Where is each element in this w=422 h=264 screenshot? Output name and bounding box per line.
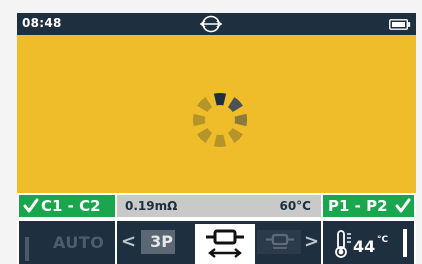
mode-3p-button[interactable]: 3P [141, 230, 175, 254]
clamp-probe-icon [206, 229, 244, 258]
clock: 08:48 [22, 16, 62, 30]
spinner-segment [197, 97, 213, 113]
p1-p2-label: P1 - P2 [328, 197, 388, 215]
spinner-segment [213, 92, 227, 106]
mode-active-button[interactable] [195, 224, 255, 264]
auto-level-indicator [25, 237, 29, 261]
reading-area: 0.19mΩ 60°C [117, 195, 321, 217]
temperature-level-indicator [403, 229, 407, 257]
auto-button[interactable]: AUTO [19, 221, 115, 264]
spinner-segment [227, 127, 243, 143]
spinner-segment [197, 127, 213, 143]
auto-label: AUTO [53, 233, 105, 252]
probe-temperature-value: 44 [353, 237, 376, 256]
thermometer-icon [335, 230, 351, 258]
status-bar: 08:48 [17, 13, 416, 35]
measurement-bar: C1 - C2 0.19mΩ 60°C P1 - P2 [17, 193, 416, 219]
resistance-value: 0.19mΩ [125, 199, 178, 213]
spinner-segment [213, 134, 227, 148]
chevron-right-icon[interactable]: > [304, 231, 319, 252]
bottom-toolbar: AUTO < 3P > 44 °C [17, 219, 416, 264]
device-screen: 08:48 C1 - C2 0.19mΩ 60°C P1 - P2 AUTO <… [17, 13, 416, 264]
connection-icon [199, 15, 223, 33]
check-icon [395, 198, 411, 213]
spinner-segment [227, 97, 243, 113]
c1-c2-label: C1 - C2 [41, 197, 101, 215]
probe-temperature-unit: °C [377, 235, 389, 245]
battery-icon [389, 19, 411, 30]
temperature-value: 60°C [279, 199, 311, 213]
spinner-segment [234, 113, 248, 127]
spinner-segment [192, 113, 206, 127]
probe-temperature-panel: 44 °C [323, 221, 414, 264]
clamp-probe-icon [266, 233, 294, 249]
p1-p2-status-badge: P1 - P2 [323, 195, 414, 217]
chevron-left-icon[interactable]: < [121, 231, 136, 252]
check-icon [23, 198, 39, 213]
mode-next-button[interactable] [257, 230, 301, 254]
mode-selector: < 3P > [117, 221, 321, 264]
loading-spinner-icon [192, 92, 248, 148]
c1-c2-status-badge: C1 - C2 [19, 195, 115, 217]
